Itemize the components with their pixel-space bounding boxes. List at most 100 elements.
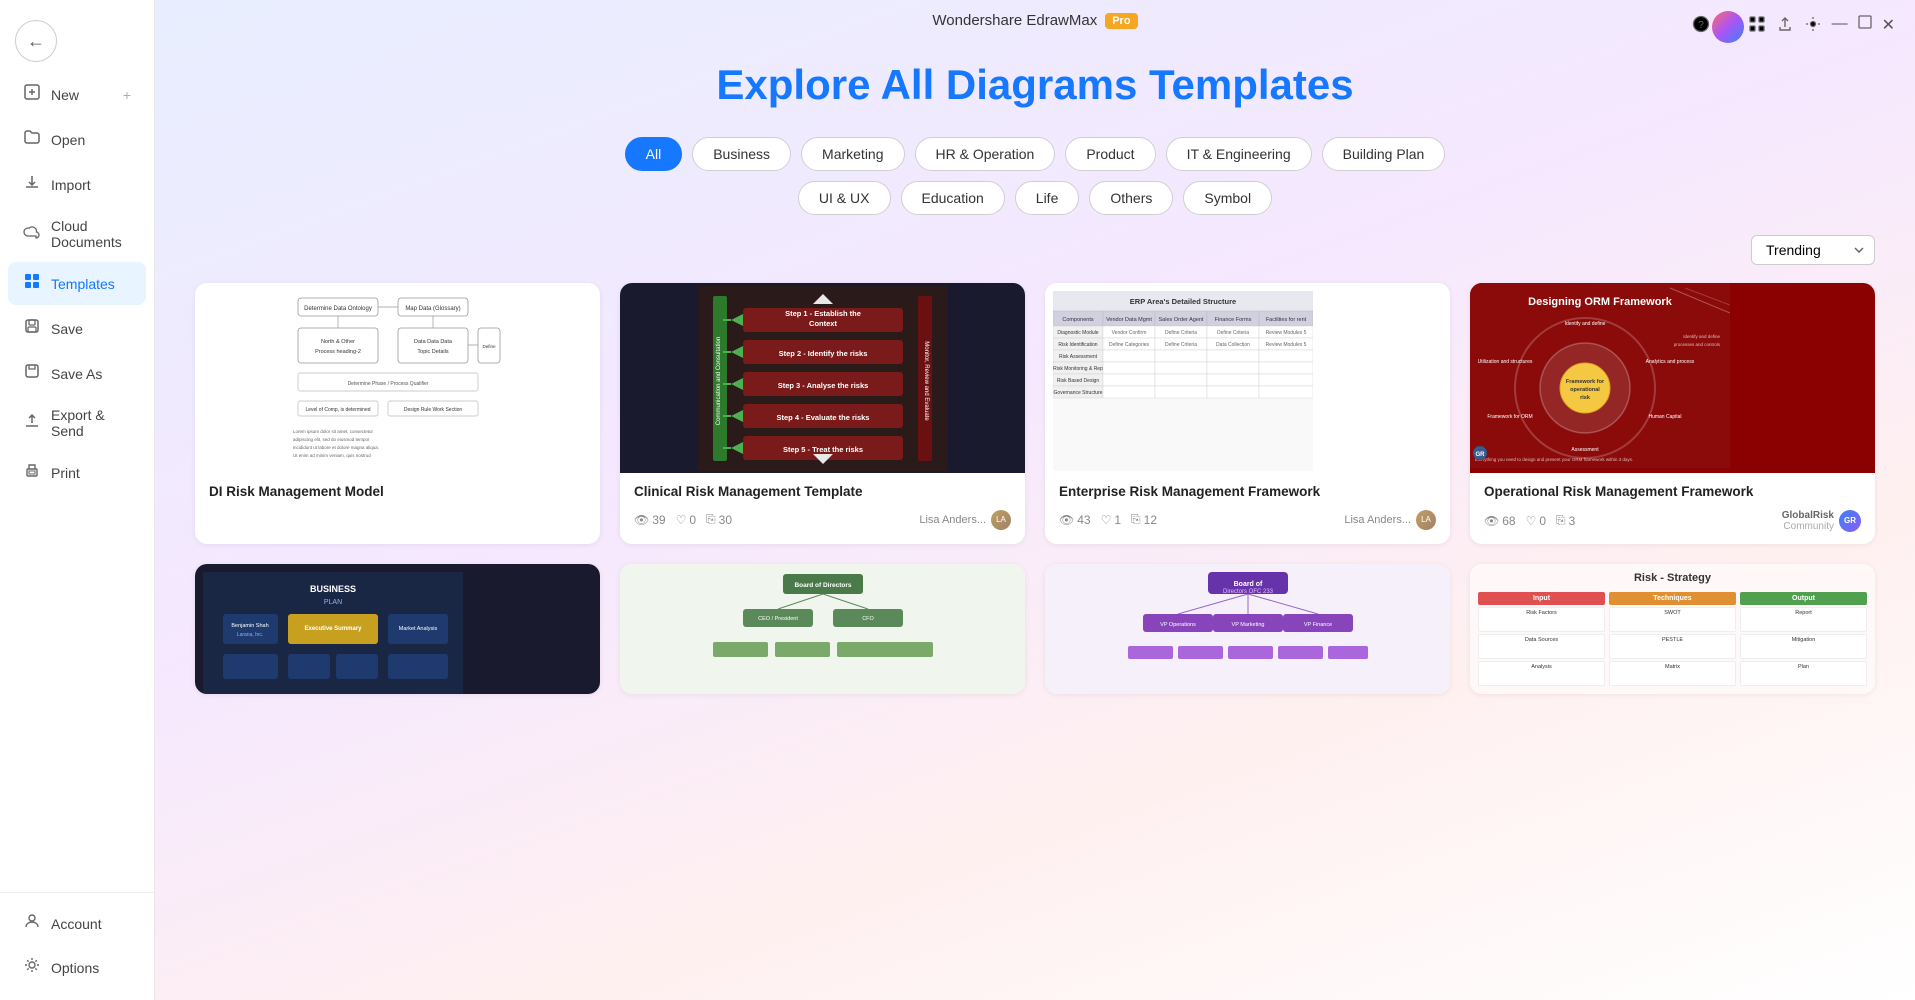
sidebar-item-print[interactable]: Print xyxy=(8,451,146,494)
minimize-button[interactable]: — xyxy=(1832,15,1848,38)
svg-text:Utilization and structures: Utilization and structures xyxy=(1478,359,1533,365)
sidebar-item-import[interactable]: Import xyxy=(8,163,146,206)
template-card-2[interactable]: Communication and Consultation Monitor, … xyxy=(620,283,1025,544)
template-card-7[interactable]: Board of Directors OFC 233 VP Operations… xyxy=(1045,564,1450,694)
window-controls: ? — ✕ xyxy=(1692,15,1895,38)
cat-product[interactable]: Product xyxy=(1065,137,1155,171)
sidebar-item-saveas[interactable]: Save As xyxy=(8,352,146,395)
svg-text:Framework for ORM: Framework for ORM xyxy=(1487,414,1532,420)
saveas-icon xyxy=(23,362,41,385)
sidebar-item-save[interactable]: Save xyxy=(8,307,146,350)
cat-it[interactable]: IT & Engineering xyxy=(1166,137,1312,171)
import-icon xyxy=(23,173,41,196)
sort-select[interactable]: Trending Newest Most Viewed Most Liked xyxy=(1751,235,1875,265)
svg-text:Market Analysis: Market Analysis xyxy=(399,626,438,632)
cat-education[interactable]: Education xyxy=(901,181,1005,215)
svg-text:Executive Summary: Executive Summary xyxy=(304,626,362,632)
template-card-5[interactable]: BUSINESS PLAN Benjamin Shah Larana, Inc.… xyxy=(195,564,600,694)
card-author-4: GlobalRisk Community GR xyxy=(1782,510,1861,532)
cat-business[interactable]: Business xyxy=(692,137,791,171)
sidebar-item-label-options: Options xyxy=(51,960,99,976)
copies-count-3: 12 xyxy=(1144,513,1157,527)
author-avatar-3: LA xyxy=(1416,510,1436,530)
likes-stat-4: ♡ 0 xyxy=(1526,513,1546,528)
sidebar-item-label-open: Open xyxy=(51,132,85,148)
svg-text:Determine Phase / Process Qual: Determine Phase / Process Qualifier xyxy=(347,381,428,387)
share-icon[interactable] xyxy=(1776,15,1794,38)
svg-text:Determine Data Ontology: Determine Data Ontology xyxy=(304,306,372,312)
sidebar-item-label-export: Export & Send xyxy=(51,407,131,439)
views-icon-3: 👁 xyxy=(1059,513,1074,527)
svg-text:Monitor, Review and Evaluate: Monitor, Review and Evaluate xyxy=(923,341,929,421)
help-icon[interactable]: ? xyxy=(1692,15,1710,38)
views-stat-3: 👁 43 xyxy=(1059,512,1091,527)
cat-others[interactable]: Others xyxy=(1089,181,1173,215)
sidebar-item-label-import: Import xyxy=(51,177,91,193)
sidebar-item-account[interactable]: Account xyxy=(8,902,146,945)
copies-count: 30 xyxy=(719,513,732,527)
sidebar-item-label-print: Print xyxy=(51,465,80,481)
views-stat-4: 👁 68 xyxy=(1484,513,1516,528)
template-card-1[interactable]: Determine Data Ontology Map Data (Glossa… xyxy=(195,283,600,544)
card-meta-3: 👁 43 ♡ 1 ⎘ 12 xyxy=(1059,510,1436,530)
template-card-6[interactable]: Board of Directors CEO / President CFO xyxy=(620,564,1025,694)
cat-all[interactable]: All xyxy=(625,137,683,171)
sidebar-item-open[interactable]: Open xyxy=(8,118,146,161)
cat-marketing[interactable]: Marketing xyxy=(801,137,904,171)
sidebar-item-options[interactable]: Options xyxy=(8,946,146,989)
card-title-2: Clinical Risk Management Template xyxy=(634,483,1011,502)
template-card-8[interactable]: Risk - Strategy Input Risk Factors Data … xyxy=(1470,564,1875,694)
card-title-3: Enterprise Risk Management Framework xyxy=(1059,483,1436,502)
svg-text:Analytics and process: Analytics and process xyxy=(1646,359,1695,365)
sidebar-item-new[interactable]: New + xyxy=(8,73,146,116)
svg-text:Governance Structure: Governance Structure xyxy=(1054,390,1103,396)
svg-text:adipiscing elit, sed do eiusmo: adipiscing elit, sed do eiusmod tempor xyxy=(293,437,370,442)
back-button[interactable]: ← xyxy=(15,20,57,62)
cat-hr[interactable]: HR & Operation xyxy=(915,137,1056,171)
category-row-1: All Business Marketing HR & Operation Pr… xyxy=(195,137,1875,171)
card-image-1: Determine Data Ontology Map Data (Glossa… xyxy=(195,283,600,473)
svg-text:Identify and define: Identify and define xyxy=(1683,334,1720,339)
template-grid: Determine Data Ontology Map Data (Glossa… xyxy=(195,283,1875,694)
svg-text:Ut enim ad minim veniam, quis: Ut enim ad minim veniam, quis nostrud xyxy=(293,453,371,458)
svg-text:incididunt ut labore et dolore: incididunt ut labore et dolore magna ali… xyxy=(293,445,379,450)
author-name-2: Lisa Anders... xyxy=(919,514,986,526)
close-button[interactable]: ✕ xyxy=(1882,15,1895,38)
views-icon-4: 👁 xyxy=(1484,514,1499,528)
card-title-4: Operational Risk Management Framework xyxy=(1484,483,1861,502)
cat-ui[interactable]: UI & UX xyxy=(798,181,891,215)
cat-building[interactable]: Building Plan xyxy=(1322,137,1446,171)
category-row-2: UI & UX Education Life Others Symbol xyxy=(195,181,1875,215)
copies-stat: ⎘ 30 xyxy=(706,512,732,527)
template-card-4[interactable]: Designing ORM Framework Framework for op… xyxy=(1470,283,1875,544)
settings-icon[interactable] xyxy=(1804,15,1822,38)
cat-life[interactable]: Life xyxy=(1015,181,1080,215)
svg-text:BUSINESS: BUSINESS xyxy=(310,584,356,594)
copies-stat-4: ⎘ 3 xyxy=(1556,513,1575,528)
sidebar-item-templates[interactable]: Templates xyxy=(8,262,146,305)
sidebar-item-cloud[interactable]: Cloud Documents xyxy=(8,208,146,260)
copies-icon: ⎘ xyxy=(706,512,716,527)
card-author-2: Lisa Anders... LA xyxy=(919,510,1011,530)
apps-icon[interactable] xyxy=(1748,15,1766,38)
likes-icon-4: ♡ xyxy=(1526,514,1537,528)
sidebar-item-label-new: New xyxy=(51,87,79,103)
cat-symbol[interactable]: Symbol xyxy=(1183,181,1272,215)
copies-icon-3: ⎘ xyxy=(1131,512,1141,527)
open-icon xyxy=(23,128,41,151)
sidebar-item-label-templates: Templates xyxy=(51,276,115,292)
svg-text:Map Data (Glossary): Map Data (Glossary) xyxy=(405,306,460,312)
svg-text:Facilities for rent: Facilities for rent xyxy=(1266,317,1307,323)
title-colored: All Diagrams Templates xyxy=(881,61,1354,108)
svg-text:Human Capital: Human Capital xyxy=(1648,414,1681,420)
card-author-3: Lisa Anders... LA xyxy=(1344,510,1436,530)
svg-text:Risk Identification: Risk Identification xyxy=(1058,342,1097,348)
svg-text:Everything you need to design: Everything you need to design and presen… xyxy=(1475,457,1633,462)
maximize-button[interactable] xyxy=(1858,15,1872,38)
sidebar-item-label-cloud: Cloud Documents xyxy=(51,218,131,250)
likes-icon-3: ♡ xyxy=(1101,513,1112,527)
svg-text:Board of Directors: Board of Directors xyxy=(794,582,851,589)
sidebar-item-export[interactable]: Export & Send xyxy=(8,397,146,449)
template-card-3[interactable]: ERP Area's Detailed Structure Components… xyxy=(1045,283,1450,544)
svg-text:Risk Based Design: Risk Based Design xyxy=(1057,378,1099,384)
